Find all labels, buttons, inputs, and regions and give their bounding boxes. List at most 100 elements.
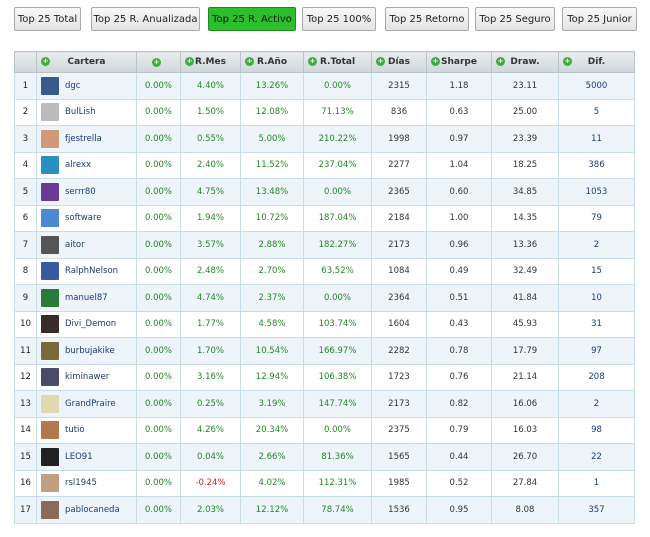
cartera-name-link[interactable]: software (65, 213, 102, 223)
cartera-name-link[interactable]: tutio (65, 425, 85, 435)
circle-plus-icon[interactable]: + (41, 57, 50, 66)
cartera-name-link[interactable]: dgc (65, 81, 80, 91)
cartera-cell[interactable]: dgc (36, 72, 137, 100)
rank-cell: 1 (14, 72, 37, 100)
tab-top-25-r-activo[interactable]: Top 25 R. Activo (208, 7, 296, 31)
circle-plus-icon[interactable]: + (185, 57, 194, 66)
rank-cell: 16 (14, 469, 37, 497)
tab-top-25-retorno[interactable]: Top 25 Retorno (385, 7, 469, 31)
value-cell: 0.00% (136, 125, 181, 153)
dif-cell: 1 (558, 469, 635, 497)
dias-cell: 1723 (371, 363, 427, 391)
circle-plus-icon[interactable]: + (496, 57, 505, 66)
avatar[interactable] (41, 474, 59, 493)
circle-plus-icon[interactable]: + (431, 57, 440, 66)
avatar[interactable] (41, 182, 59, 201)
avatar[interactable] (41, 341, 59, 360)
tab-top-25-junior[interactable]: Top 25 Junior (562, 7, 637, 31)
cartera-name-link[interactable]: aitor (65, 240, 85, 250)
cartera-name-link[interactable]: GrandPraire (65, 399, 116, 409)
cartera-name-link[interactable]: manuel87 (65, 293, 108, 303)
sharpe-cell: 0.43 (426, 310, 492, 338)
avatar[interactable] (41, 368, 59, 387)
tab-top-25-r-anualizada[interactable]: Top 25 R. Anualizada (91, 7, 200, 31)
cartera-cell[interactable]: aitor (36, 231, 137, 259)
header-col-blank[interactable]: + (136, 51, 181, 73)
avatar[interactable] (41, 76, 59, 95)
avatar[interactable] (41, 129, 59, 148)
cartera-cell[interactable]: Divi_Demon (36, 310, 137, 338)
cartera-cell[interactable]: pablocaneda (36, 496, 137, 524)
header-draw[interactable]: + Draw. (491, 51, 559, 73)
cartera-cell[interactable]: LEO91 (36, 443, 137, 471)
circle-plus-icon[interactable]: + (563, 57, 572, 66)
avatar[interactable] (41, 235, 59, 254)
cartera-cell[interactable]: kiminawer (36, 363, 137, 391)
cartera-cell[interactable]: fjestrella (36, 125, 137, 153)
draw-cell: 26.70 (491, 443, 559, 471)
circle-plus-icon[interactable]: + (245, 57, 254, 66)
avatar[interactable] (41, 262, 59, 281)
table-row: 17 pablocaneda 0.00% 2.03% 12.12% 78.74% 1536 0… (14, 496, 635, 524)
cartera-name-link[interactable]: Divi_Demon (65, 319, 116, 329)
header-cartera[interactable]: + Cartera (36, 51, 137, 73)
sharpe-cell: 0.63 (426, 98, 492, 126)
tab-top-25-total[interactable]: Top 25 Total (14, 7, 81, 31)
rtotal-cell: 187.04% (303, 204, 372, 232)
tab-top-25-seguro[interactable]: Top 25 Seguro (475, 7, 555, 31)
cartera-name-link[interactable]: BulLish (65, 107, 96, 117)
cartera-name-link[interactable]: serrr80 (65, 187, 96, 197)
cartera-name-link[interactable]: LEO91 (65, 452, 93, 462)
cartera-cell[interactable]: alrexx (36, 151, 137, 179)
value-cell: 0.00% (136, 469, 181, 497)
avatar[interactable] (41, 394, 59, 413)
avatar[interactable] (41, 421, 59, 440)
cartera-cell[interactable]: tutio (36, 416, 137, 444)
header-rtotal[interactable]: + R.Total (303, 51, 372, 73)
sharpe-cell: 0.44 (426, 443, 492, 471)
cartera-name-link[interactable]: rsl1945 (65, 478, 97, 488)
rank-cell: 8 (14, 257, 37, 285)
draw-cell: 23.11 (491, 72, 559, 100)
avatar[interactable] (41, 315, 59, 334)
header-rano[interactable]: + R.Año (240, 51, 304, 73)
cartera-name-link[interactable]: RalphNelson (65, 266, 118, 276)
rank-cell: 6 (14, 204, 37, 232)
avatar[interactable] (41, 447, 59, 466)
header-sharpe[interactable]: + Sharpe (426, 51, 492, 73)
rank-cell: 3 (14, 125, 37, 153)
cartera-cell[interactable]: RalphNelson (36, 257, 137, 285)
dif-cell: 11 (558, 125, 635, 153)
avatar[interactable] (41, 209, 59, 228)
circle-plus-icon[interactable]: + (152, 57, 161, 67)
avatar[interactable] (41, 288, 59, 307)
circle-plus-icon[interactable]: + (308, 57, 317, 66)
cartera-cell[interactable]: manuel87 (36, 284, 137, 312)
rmes-cell: 1.50% (180, 98, 241, 126)
avatar[interactable] (41, 103, 59, 122)
rmes-cell: 1.94% (180, 204, 241, 232)
cartera-name-link[interactable]: alrexx (65, 160, 91, 170)
dias-cell: 2315 (371, 72, 427, 100)
cartera-cell[interactable]: burbujakike (36, 337, 137, 365)
circle-plus-icon[interactable]: + (376, 57, 385, 66)
header-dias[interactable]: + Días (371, 51, 427, 73)
table-row: 15 LEO91 0.00% 0.04% 2.66% 81.36% 1565 0.44 26.7… (14, 443, 635, 471)
cartera-name-link[interactable]: fjestrella (65, 134, 102, 144)
header-dif[interactable]: + Dif. (558, 51, 635, 73)
cartera-name-link[interactable]: kiminawer (65, 372, 109, 382)
cartera-name-link[interactable]: burbujakike (65, 346, 115, 356)
cartera-cell[interactable]: serrr80 (36, 178, 137, 206)
cartera-name-link[interactable]: pablocaneda (65, 505, 120, 515)
avatar[interactable] (41, 156, 59, 175)
cartera-cell[interactable]: BulLish (36, 98, 137, 126)
rank-cell: 17 (14, 496, 37, 524)
avatar[interactable] (41, 500, 59, 519)
cartera-cell[interactable]: software (36, 204, 137, 232)
header-rmes[interactable]: + R.Mes (180, 51, 241, 73)
cartera-cell[interactable]: rsl1945 (36, 469, 137, 497)
tab-top-25-100[interactable]: Top 25 100% (302, 7, 376, 31)
cartera-cell[interactable]: GrandPraire (36, 390, 137, 418)
dias-cell: 2277 (371, 151, 427, 179)
dif-cell: 31 (558, 310, 635, 338)
